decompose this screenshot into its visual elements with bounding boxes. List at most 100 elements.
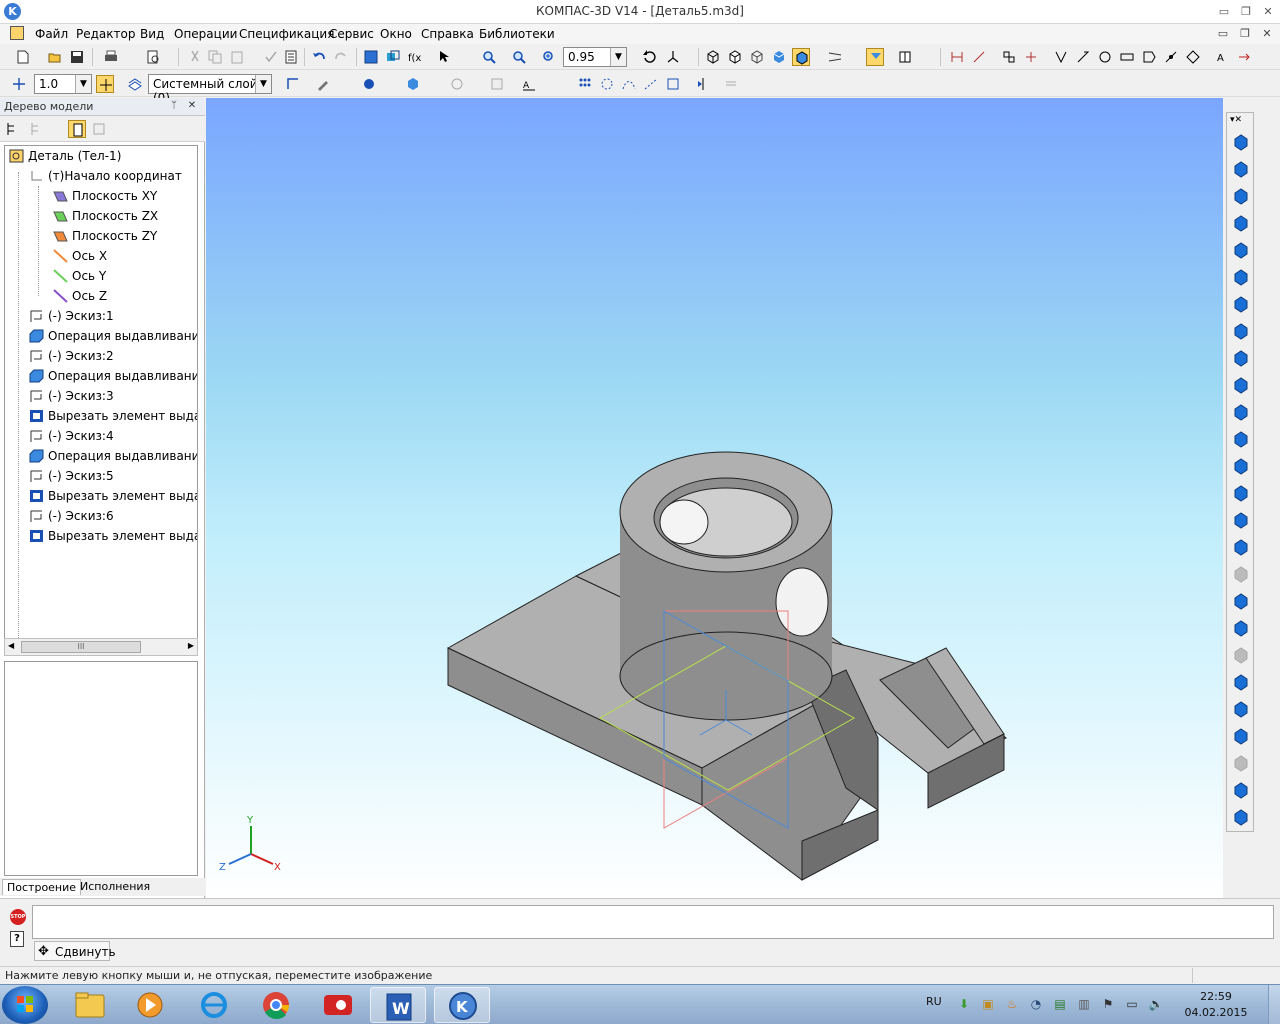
scale-button[interactable] xyxy=(1232,727,1250,745)
thin-lines-button[interactable] xyxy=(748,48,766,66)
wireframe-button[interactable] xyxy=(704,48,722,66)
inner-cross-hole[interactable] xyxy=(659,499,709,545)
tray-folder-icon[interactable]: ▣ xyxy=(980,997,996,1013)
context-help-button[interactable] xyxy=(436,48,454,66)
tolerance-button[interactable] xyxy=(1096,48,1114,66)
manager-button[interactable] xyxy=(362,48,380,66)
tab-versions[interactable]: Исполнения xyxy=(76,879,154,895)
circular-array-button[interactable] xyxy=(598,75,616,93)
copy-button[interactable] xyxy=(206,48,224,66)
tray-update-icon[interactable]: ▤ xyxy=(1052,997,1068,1013)
dimension-button[interactable] xyxy=(948,48,966,66)
shell-button[interactable] xyxy=(1232,322,1250,340)
mirror-button[interactable] xyxy=(694,75,712,93)
model-3d-view[interactable]: Y X Z xyxy=(206,98,1223,898)
new-document-button[interactable] xyxy=(14,48,32,66)
array-button[interactable] xyxy=(576,75,594,93)
datum-button[interactable] xyxy=(1118,48,1136,66)
mesh-button[interactable] xyxy=(1232,700,1250,718)
text-button[interactable]: A xyxy=(1214,48,1232,66)
show-desktop-button[interactable] xyxy=(1268,985,1280,1024)
tray-network-icon[interactable]: ◔ xyxy=(1028,997,1044,1013)
constraint-button[interactable] xyxy=(1000,48,1018,66)
marker-button[interactable] xyxy=(1140,48,1158,66)
rib-button[interactable] xyxy=(1232,349,1250,367)
fillet-button[interactable] xyxy=(1232,376,1250,394)
cut-button[interactable] xyxy=(186,48,204,66)
menu-operations[interactable]: Операции xyxy=(174,27,237,41)
close-window-button[interactable]: ✕ xyxy=(1260,4,1276,20)
sphere-button[interactable] xyxy=(1232,511,1250,529)
model-viewport[interactable]: Y X Z xyxy=(206,98,1223,898)
properties-button[interactable] xyxy=(262,48,280,66)
command-input-area[interactable] xyxy=(32,905,1274,939)
tree-view-button[interactable] xyxy=(4,120,22,138)
hole-button[interactable] xyxy=(1232,484,1250,502)
leader-button[interactable] xyxy=(1074,48,1092,66)
print-button[interactable] xyxy=(102,48,120,66)
start-button[interactable] xyxy=(2,986,48,1024)
loft-tool-button[interactable] xyxy=(1232,268,1250,286)
hide-button[interactable] xyxy=(488,75,506,93)
variables-button[interactable] xyxy=(384,48,402,66)
chevron-down-icon[interactable]: ▼ xyxy=(255,75,271,93)
redo-button[interactable] xyxy=(332,48,350,66)
tab-move[interactable]: ✥ Сдвинуть xyxy=(34,941,116,961)
tree-props-button[interactable] xyxy=(90,120,108,138)
curve-array-button[interactable] xyxy=(620,75,638,93)
doc-minimize-button[interactable]: ▭ xyxy=(1216,27,1230,41)
doc-restore-button[interactable]: ❐ xyxy=(1238,27,1252,41)
taskbar-explorer[interactable] xyxy=(62,987,118,1023)
tray-flag-icon[interactable]: ⚑ xyxy=(1100,997,1116,1013)
extrude-tool-button[interactable] xyxy=(1232,187,1250,205)
tray-monitor-icon[interactable]: ▭ xyxy=(1124,997,1140,1013)
move-tool-button[interactable] xyxy=(1232,754,1250,772)
taskbar-word[interactable]: W xyxy=(370,987,426,1023)
rotate-button[interactable] xyxy=(640,48,658,66)
scroll-left-icon[interactable]: ◀ xyxy=(8,641,14,650)
shaded-button[interactable] xyxy=(770,48,788,66)
snap-button[interactable] xyxy=(96,75,114,93)
color-button[interactable] xyxy=(360,75,378,93)
tree-mode-button[interactable] xyxy=(68,120,86,138)
toolbar-menu-icon[interactable]: ▾✕ xyxy=(1230,115,1242,125)
edit-button[interactable] xyxy=(314,75,332,93)
zoom-frame-button[interactable] xyxy=(480,48,498,66)
assembly-button[interactable] xyxy=(1232,808,1250,826)
layer-combo[interactable]: Системный слой (0) ▼ xyxy=(148,74,272,105)
edit-part-button[interactable] xyxy=(1232,133,1250,151)
boolean-button[interactable] xyxy=(1232,619,1250,637)
layers-button[interactable] xyxy=(126,75,144,93)
taskbar-chrome[interactable] xyxy=(248,987,304,1023)
shaded-edges-button[interactable] xyxy=(792,48,810,66)
language-indicator[interactable]: RU xyxy=(926,995,942,1008)
open-button[interactable] xyxy=(46,48,64,66)
document-icon[interactable] xyxy=(10,26,24,40)
measure-button[interactable] xyxy=(1162,48,1180,66)
taskbar-kompas[interactable]: K xyxy=(434,987,490,1023)
filter-button[interactable] xyxy=(866,48,884,66)
save-button[interactable] xyxy=(68,48,86,66)
tab-construction[interactable]: Построение xyxy=(2,879,82,895)
cut-plane-button[interactable] xyxy=(1232,592,1250,610)
cut-tool-button[interactable] xyxy=(1232,214,1250,232)
diamond-button[interactable] xyxy=(1184,48,1202,66)
roughness-button[interactable] xyxy=(1052,48,1070,66)
mirror-tool-button[interactable] xyxy=(1232,457,1250,475)
insert-text-button[interactable]: A xyxy=(520,75,538,93)
help-button[interactable]: ? xyxy=(10,931,24,947)
zoom-combo[interactable]: 0.95 ▼ xyxy=(563,47,627,67)
chevron-down-icon[interactable]: ▼ xyxy=(610,48,626,66)
menu-specification[interactable]: Спецификация xyxy=(239,27,334,41)
step-combo[interactable]: 1.0 ▼ xyxy=(34,74,92,94)
minimize-button[interactable]: ▭ xyxy=(1216,4,1232,20)
rotate-tool-button[interactable] xyxy=(1232,241,1250,259)
material-button[interactable] xyxy=(404,75,422,93)
sheet-button[interactable] xyxy=(1232,295,1250,313)
perspective-button[interactable] xyxy=(826,48,844,66)
table-array-button[interactable] xyxy=(664,75,682,93)
chamfer-button[interactable] xyxy=(1232,403,1250,421)
stop-button[interactable]: STOP xyxy=(10,909,26,925)
taskbar-media[interactable] xyxy=(122,987,178,1023)
array-tool-button[interactable] xyxy=(1232,430,1250,448)
